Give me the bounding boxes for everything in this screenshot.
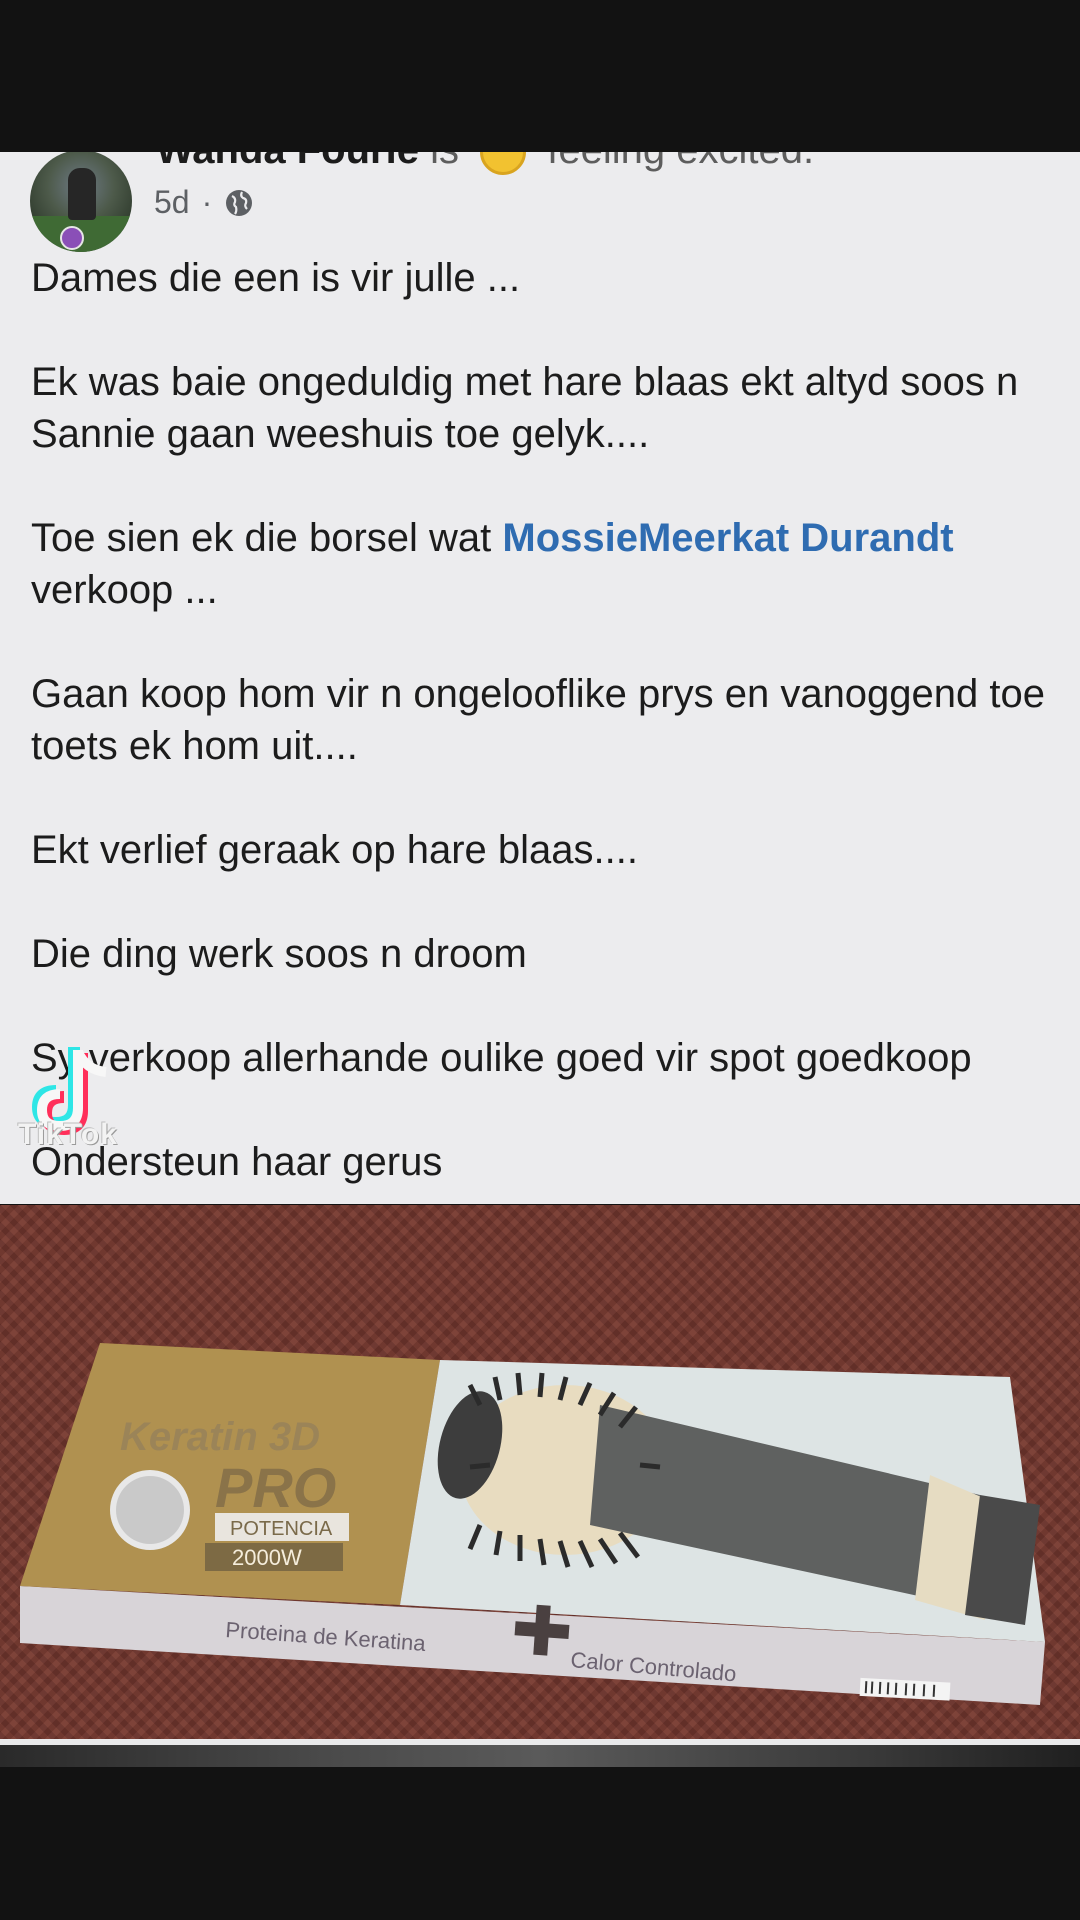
top-black-bar (0, 0, 1080, 152)
paragraph-text: Toe sien ek die borsel wat (31, 516, 503, 560)
post-paragraph: Ek was baie ongeduldig met hare blaas ek… (31, 360, 1019, 456)
next-image-edge (0, 1745, 1080, 1767)
author-avatar[interactable] (30, 152, 132, 252)
paragraph-text: verkoop ... (31, 568, 218, 612)
post-paragraph: Sy verkoop allerhande oulike goed vir sp… (31, 1036, 972, 1080)
feeling-text: feeling excited. (547, 152, 814, 172)
avatar-badge-icon (60, 226, 84, 250)
post-meta: 5d · (154, 184, 254, 221)
post-time[interactable]: 5d (154, 184, 190, 221)
avatar-person (68, 168, 96, 220)
author-line: Wanda Fourie is feeling excited. (156, 152, 814, 176)
feeling-prefix: is (430, 152, 459, 172)
smiley-emoji-icon (480, 152, 527, 176)
box-power-label: POTENCIA (230, 1518, 333, 1540)
facebook-post: Wanda Fourie is feeling excited. 5d · Da… (0, 152, 1080, 1204)
bottom-black-bar (0, 1767, 1080, 1920)
product-box-image: Keratin 3D PRO POTENCIA 2000W Proteina d… (20, 1343, 1045, 1705)
box-brand-text: Keratin 3D (120, 1415, 320, 1459)
author-name[interactable]: Wanda Fourie (156, 152, 419, 172)
box-model-text: PRO (215, 1456, 336, 1519)
post-paragraph: Dames die een is vir julle ... (31, 256, 521, 300)
post-photo[interactable]: Keratin 3D PRO POTENCIA 2000W Proteina d… (0, 1205, 1080, 1739)
post-paragraph: Ondersteun haar gerus (31, 1140, 443, 1184)
post-paragraph: Toe sien ek die borsel wat MossieMeerkat… (31, 512, 1061, 616)
post-paragraph: Gaan koop hom vir n ongelooflike prys en… (31, 672, 1046, 768)
meta-separator: · (201, 184, 213, 220)
box-power-value: 2000W (232, 1545, 302, 1570)
tiktok-watermark-text: TikTok (18, 1118, 118, 1151)
mention-link[interactable]: MossieMeerkat Durandt (502, 516, 953, 560)
post-body: Dames die een is vir julle ... Ek was ba… (31, 252, 1061, 1204)
globe-icon (226, 189, 253, 216)
post-paragraph: Die ding werk soos n droom (31, 932, 527, 976)
post-paragraph: Ekt verlief geraak op hare blaas.... (31, 828, 638, 872)
